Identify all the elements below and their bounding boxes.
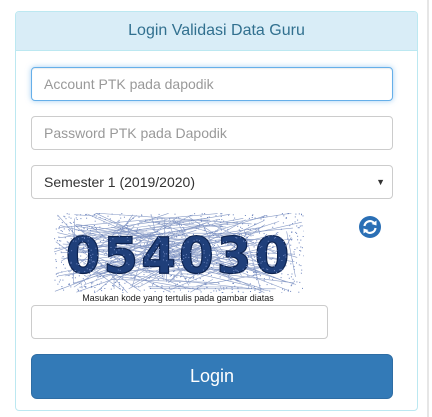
password-input[interactable] (31, 116, 393, 150)
account-input[interactable] (31, 67, 393, 101)
page-edge-divider (427, 0, 429, 417)
login-button[interactable]: Login (31, 354, 393, 399)
semester-selected-value: Semester 1 (2019/2020) (44, 174, 195, 190)
captcha-hint: Masukan kode yang tertulis pada gambar d… (82, 293, 274, 303)
semester-select[interactable]: Semester 1 (2019/2020) ▼ (31, 165, 393, 199)
refresh-icon[interactable] (358, 215, 382, 239)
caret-down-icon: ▼ (376, 177, 385, 187)
captcha-image: 054030 (54, 213, 304, 293)
panel-title: Login Validasi Data Guru (16, 12, 417, 51)
captcha-input[interactable] (31, 305, 328, 339)
